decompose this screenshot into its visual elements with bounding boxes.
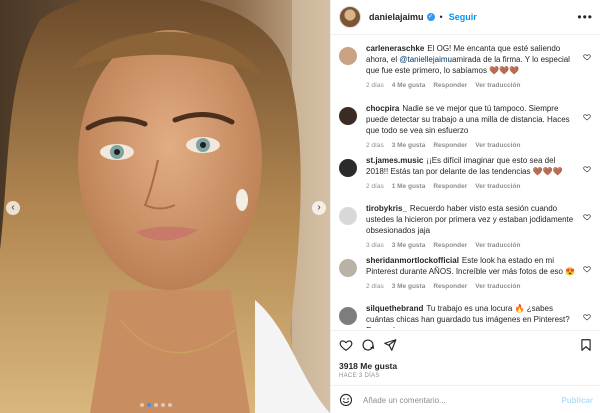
carousel-dot — [140, 403, 144, 407]
translate-button[interactable]: Ver traducción — [475, 82, 520, 89]
like-comment-icon[interactable] — [583, 165, 591, 173]
avatar[interactable] — [339, 107, 357, 125]
comment-mention[interactable]: @taniellejaimu — [399, 55, 452, 64]
comment-username[interactable]: tirobykris_ — [366, 204, 407, 213]
post-photo[interactable]: ‹ › — [0, 0, 330, 413]
comment-text: amirada de la firma. Y lo especial que f… — [366, 55, 570, 75]
carousel-dot — [168, 403, 172, 407]
comment-likes[interactable]: 3 Me gusta — [392, 242, 426, 249]
comment-likes[interactable]: 3 Me gusta — [392, 142, 426, 149]
reply-button[interactable]: Responder — [433, 283, 467, 290]
comment-likes[interactable]: 3 Me gusta — [392, 283, 426, 290]
comment-likes[interactable]: 4 Me gusta — [392, 82, 426, 89]
comment-username[interactable]: st.james.music — [366, 156, 423, 165]
post-modal: ‹ › danielajaimu ✓ • Seguir ••• carlener… — [0, 0, 600, 413]
like-comment-icon[interactable] — [583, 313, 591, 321]
reply-button[interactable]: Responder — [433, 82, 467, 89]
post-header: danielajaimu ✓ • Seguir ••• — [331, 0, 600, 35]
carousel-dot — [147, 403, 151, 407]
comment-time: 2 días — [366, 183, 384, 190]
publish-button[interactable]: Publicar — [561, 396, 593, 405]
like-comment-icon[interactable] — [583, 213, 591, 221]
comment-username[interactable]: silquethebrand — [366, 304, 423, 313]
like-count[interactable]: 3918 Me gusta — [339, 361, 397, 371]
post-username[interactable]: danielajaimu — [369, 12, 424, 22]
avatar[interactable] — [339, 207, 357, 225]
translate-button[interactable]: Ver traducción — [475, 142, 520, 149]
comment-time: 2 días — [366, 283, 384, 290]
carousel-next-button[interactable]: › — [312, 201, 326, 215]
follow-button[interactable]: Seguir — [449, 12, 477, 22]
translate-button[interactable]: Ver traducción — [475, 283, 520, 290]
avatar[interactable] — [339, 6, 361, 28]
comment-icon[interactable] — [361, 338, 375, 352]
comment-likes[interactable]: 1 Me gusta — [392, 183, 426, 190]
reply-button[interactable]: Responder — [433, 183, 467, 190]
separator-dot: • — [439, 12, 443, 22]
comment-time: 3 días — [366, 242, 384, 249]
avatar[interactable] — [339, 159, 357, 177]
translate-button[interactable]: Ver traducción — [475, 183, 520, 190]
verified-badge-icon: ✓ — [426, 13, 435, 21]
like-comment-icon[interactable] — [583, 53, 591, 61]
share-icon[interactable] — [383, 338, 397, 352]
emoji-icon[interactable] — [339, 393, 353, 407]
like-comment-icon[interactable] — [583, 113, 591, 121]
post-sidebar: danielajaimu ✓ • Seguir ••• carlenerasch… — [330, 0, 600, 413]
avatar[interactable] — [339, 47, 357, 65]
carousel-indicator — [140, 403, 172, 407]
comment-time: 2 días — [366, 82, 384, 89]
carousel-dot — [161, 403, 165, 407]
bookmark-icon[interactable] — [579, 338, 593, 352]
comment-composer: Publicar — [331, 385, 600, 413]
avatar[interactable] — [339, 259, 357, 277]
carousel-prev-button[interactable]: ‹ — [6, 201, 20, 215]
like-comment-icon[interactable] — [583, 265, 591, 273]
comment-list[interactable]: carleneraschke El OG! Me encanta que esté… — [331, 35, 600, 328]
comment-username[interactable]: sheridanmortlockofficial — [366, 256, 459, 265]
more-options-button[interactable]: ••• — [577, 10, 593, 24]
reply-button[interactable]: Responder — [433, 142, 467, 149]
translate-button[interactable]: Ver traducción — [475, 242, 520, 249]
like-icon[interactable] — [339, 338, 353, 352]
post-date: HACE 3 DÍAS — [339, 373, 380, 379]
comment-username[interactable]: carleneraschke — [366, 44, 424, 53]
carousel-dot — [154, 403, 158, 407]
reply-button[interactable]: Responder — [433, 242, 467, 249]
comment-input[interactable] — [361, 394, 535, 406]
portrait-image — [0, 0, 330, 413]
comment-time: 2 días — [366, 142, 384, 149]
post-actions — [331, 330, 600, 359]
avatar[interactable] — [339, 307, 357, 325]
comment-username[interactable]: chocpira — [366, 104, 399, 113]
